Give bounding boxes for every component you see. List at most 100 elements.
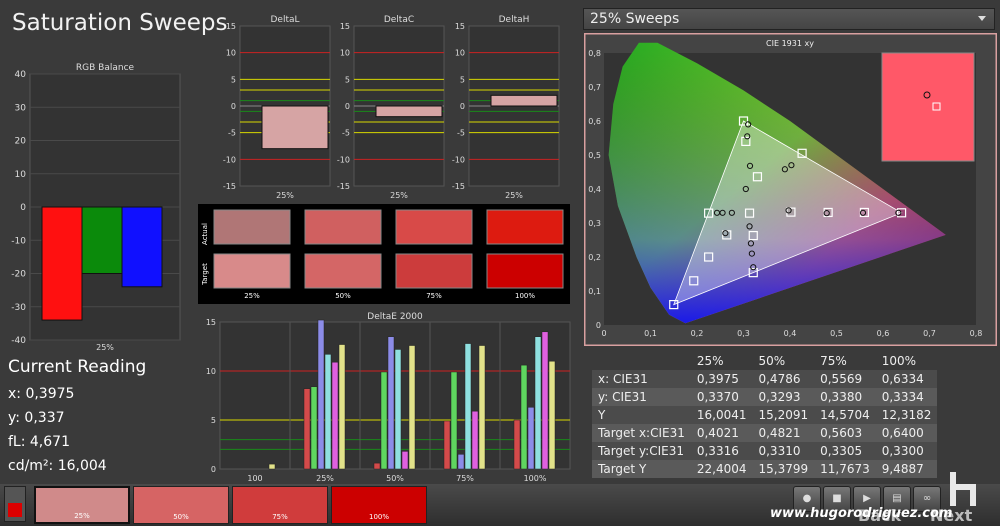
bar-red bbox=[303, 388, 311, 470]
y-tick-label: 15 bbox=[340, 22, 350, 31]
bar-magenta bbox=[541, 331, 549, 470]
current-reading-title: Current Reading bbox=[8, 357, 147, 377]
table-cell: 11,7673 bbox=[814, 460, 876, 478]
column-label: 50% bbox=[335, 292, 351, 300]
bar-green bbox=[310, 386, 318, 470]
table-cell: 14,5704 bbox=[814, 406, 876, 424]
y-tick-label: 15 bbox=[206, 318, 216, 327]
bar-yellow bbox=[338, 344, 346, 470]
reading-fl: fL: 4,671 bbox=[8, 434, 70, 450]
rgb-balance-chart: RGB Balance 40 30 20 10 0 -10 -20 -30 -40 25% bbox=[11, 63, 181, 350]
actual-target-swatches: Actual Target 25% 50% 75% 100% bbox=[198, 204, 570, 304]
x-tick-label: 25% bbox=[316, 474, 334, 483]
table-cell: 0,6334 bbox=[875, 370, 938, 388]
bar-yellow bbox=[408, 345, 416, 470]
y-tick-label: -5 bbox=[342, 129, 350, 138]
y-tick-label: -15 bbox=[452, 182, 465, 191]
swatch-25pct[interactable]: 25% bbox=[34, 486, 130, 524]
bar-red bbox=[443, 420, 451, 470]
x-tick-label: 0,3 bbox=[737, 329, 750, 338]
y-tick-label: 10 bbox=[206, 367, 216, 376]
table-header-row: 25% 50% 75% 100% bbox=[592, 352, 938, 370]
reading-cd: cd/m²: 16,004 bbox=[8, 458, 107, 474]
target-swatch bbox=[213, 253, 291, 289]
y-tick-label: -30 bbox=[11, 303, 26, 313]
table-cell: y: CIE31 bbox=[592, 388, 691, 406]
y-tick-label: 0,5 bbox=[588, 151, 601, 160]
x-tick-label: 0,1 bbox=[644, 329, 657, 338]
bar-magenta bbox=[401, 451, 409, 470]
table-cell: 9,4887 bbox=[875, 460, 938, 478]
y-tick-label: 40 bbox=[15, 70, 27, 80]
table-cell: 12,3182 bbox=[875, 406, 938, 424]
x-tick-label: 75% bbox=[456, 474, 474, 483]
column-label: 75% bbox=[426, 292, 442, 300]
y-tick-label: -10 bbox=[11, 236, 26, 246]
chart-title: CIE 1931 xy bbox=[766, 39, 814, 48]
chart-title: DeltaE 2000 bbox=[367, 312, 423, 322]
chart-title: DeltaH bbox=[499, 15, 530, 25]
table-cell: x: CIE31 bbox=[592, 370, 691, 388]
table-cell: 0,3334 bbox=[875, 388, 938, 406]
cie-chart: CIE 1931 xy 0 0,1 0,2 0,3 0,4 0,5 0,6 0,7 0,8 0,8 0… bbox=[584, 33, 997, 346]
swatch-50pct[interactable]: 50% bbox=[133, 486, 229, 524]
swatch-75pct[interactable]: 75% bbox=[232, 486, 328, 524]
chevron-down-icon[interactable] bbox=[978, 16, 986, 21]
target-swatch bbox=[486, 253, 564, 289]
y-tick-label: 0 bbox=[460, 102, 465, 111]
measurement-table: 25% 50% 75% 100% x: CIE31 0,3975 0,4786 0,5569 0… bbox=[592, 352, 938, 478]
bar-blue bbox=[317, 319, 325, 470]
table-cell: 15,2091 bbox=[752, 406, 815, 424]
x-tick-label: 0,8 bbox=[970, 329, 983, 338]
bar-red bbox=[373, 462, 381, 470]
y-tick-label: 10 bbox=[15, 170, 27, 180]
table-cell: Target y:CIE31 bbox=[592, 442, 691, 460]
bar-b bbox=[121, 206, 163, 288]
y-tick-label: 0 bbox=[231, 102, 236, 111]
bar-yellow bbox=[268, 463, 276, 470]
reading-x: x: 0,3975 bbox=[8, 386, 75, 402]
table-cell: 0,3310 bbox=[752, 442, 815, 460]
bar-blue bbox=[527, 407, 535, 470]
watermark: www.hugorodriguez.com bbox=[770, 506, 953, 521]
bar-blue bbox=[387, 336, 395, 470]
y-tick-label: 0,7 bbox=[588, 83, 601, 92]
table-cell: 0,4786 bbox=[752, 370, 815, 388]
table-cell: 16,0041 bbox=[690, 406, 753, 424]
y-tick-label: 0,8 bbox=[588, 49, 601, 58]
bar-cyan bbox=[324, 354, 332, 470]
swatch-100pct[interactable]: 100% bbox=[331, 486, 427, 524]
table-cell: 0,3975 bbox=[690, 370, 753, 388]
chart-title: DeltaC bbox=[384, 15, 414, 25]
sweep-select[interactable]: 25% Sweeps bbox=[583, 8, 995, 30]
bar-cyan bbox=[394, 349, 402, 470]
table-row: x: CIE31 0,3975 0,4786 0,5569 0,6334 bbox=[592, 370, 938, 388]
delta-e-2000-chart: DeltaE 2000 15 10 5 0 100 25% 50% 75% 100% bbox=[206, 312, 571, 483]
y-tick-label: 15 bbox=[455, 22, 465, 31]
bar-blue bbox=[457, 454, 465, 470]
x-tick-label: 0,5 bbox=[830, 329, 843, 338]
y-tick-label: 0 bbox=[345, 102, 350, 111]
y-tick-label: 0,1 bbox=[588, 287, 601, 296]
y-tick-label: 0 bbox=[20, 203, 26, 213]
bar-r bbox=[41, 206, 83, 321]
table-cell: 0,3300 bbox=[875, 442, 938, 460]
delta-l-chart: DeltaL 15 10 5 0 -5 -10 -15 25% bbox=[223, 15, 331, 200]
header-cell: 75% bbox=[814, 352, 876, 370]
y-tick-label: -15 bbox=[337, 182, 350, 191]
table-cell: 0,6400 bbox=[875, 424, 938, 442]
header-cell: 50% bbox=[752, 352, 815, 370]
x-tick-label: 0,6 bbox=[877, 329, 890, 338]
reading-y: y: 0,337 bbox=[8, 410, 65, 426]
current-color-box[interactable] bbox=[4, 486, 26, 522]
bar-green bbox=[520, 364, 528, 470]
table-cell: 0,3305 bbox=[814, 442, 876, 460]
table-cell: 15,3799 bbox=[752, 460, 815, 478]
bar-magenta bbox=[471, 410, 479, 470]
table-cell: 0,5603 bbox=[814, 424, 876, 442]
y-tick-label: -20 bbox=[11, 270, 26, 280]
sweep-select-value: 25% Sweeps bbox=[590, 11, 680, 27]
chart-title: DeltaL bbox=[270, 15, 299, 25]
x-tick-label: 100 bbox=[247, 474, 262, 483]
logo-icon bbox=[950, 472, 976, 506]
